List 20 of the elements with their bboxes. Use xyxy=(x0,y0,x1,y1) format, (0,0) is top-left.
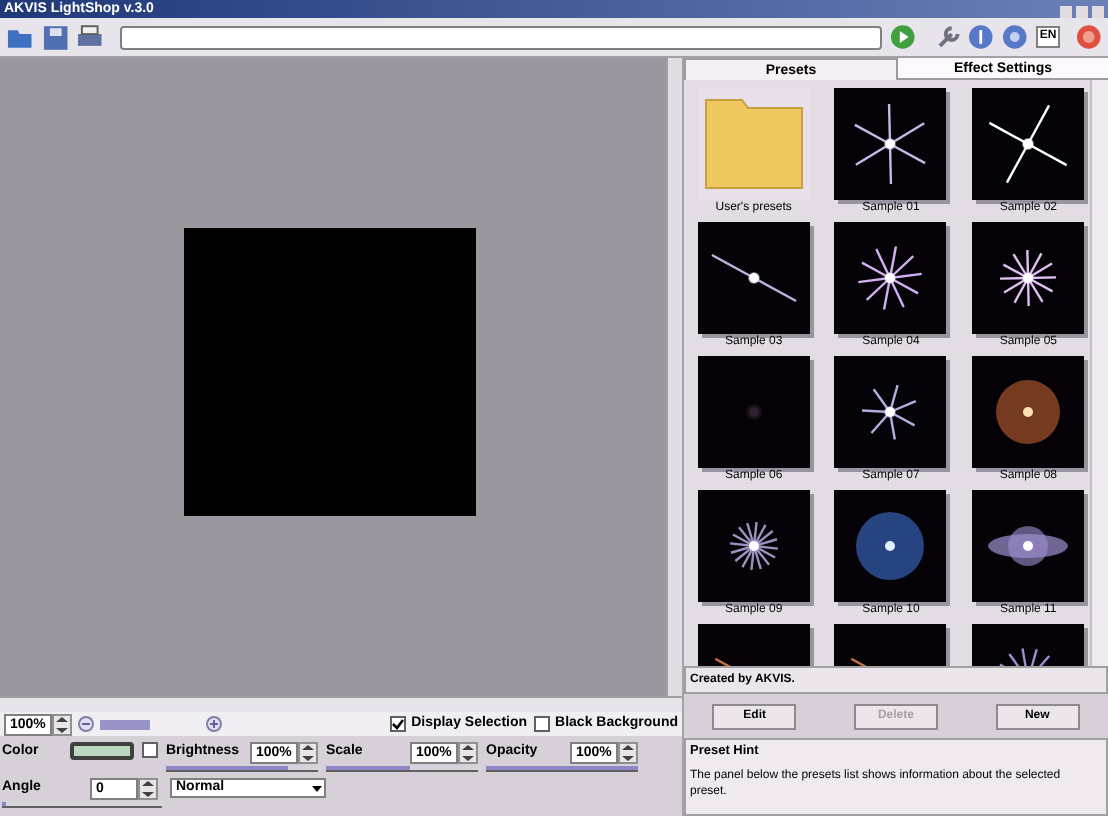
play-icon[interactable] xyxy=(889,24,916,50)
checkbox[interactable] xyxy=(389,716,406,732)
spinner-icon[interactable] xyxy=(618,742,638,764)
save-icon[interactable] xyxy=(41,23,69,51)
print-icon[interactable] xyxy=(76,23,105,51)
checkbox[interactable] xyxy=(142,742,158,758)
spinner-icon[interactable] xyxy=(298,742,318,764)
color-swatch[interactable] xyxy=(70,742,134,760)
spinner-icon[interactable] xyxy=(52,713,72,735)
slider-fill[interactable] xyxy=(100,719,150,729)
spinner-icon[interactable] xyxy=(458,742,478,764)
window-controls-icon[interactable] xyxy=(1060,6,1104,18)
path-field[interactable] xyxy=(120,25,882,49)
spinner-icon[interactable] xyxy=(138,778,158,800)
zoom-out-icon[interactable] xyxy=(78,716,94,732)
caret-icon xyxy=(310,780,324,796)
info-icon[interactable] xyxy=(968,24,995,50)
zoom-in-icon[interactable] xyxy=(206,716,222,732)
checkbox[interactable] xyxy=(533,716,550,732)
wrench-icon[interactable] xyxy=(935,24,961,50)
